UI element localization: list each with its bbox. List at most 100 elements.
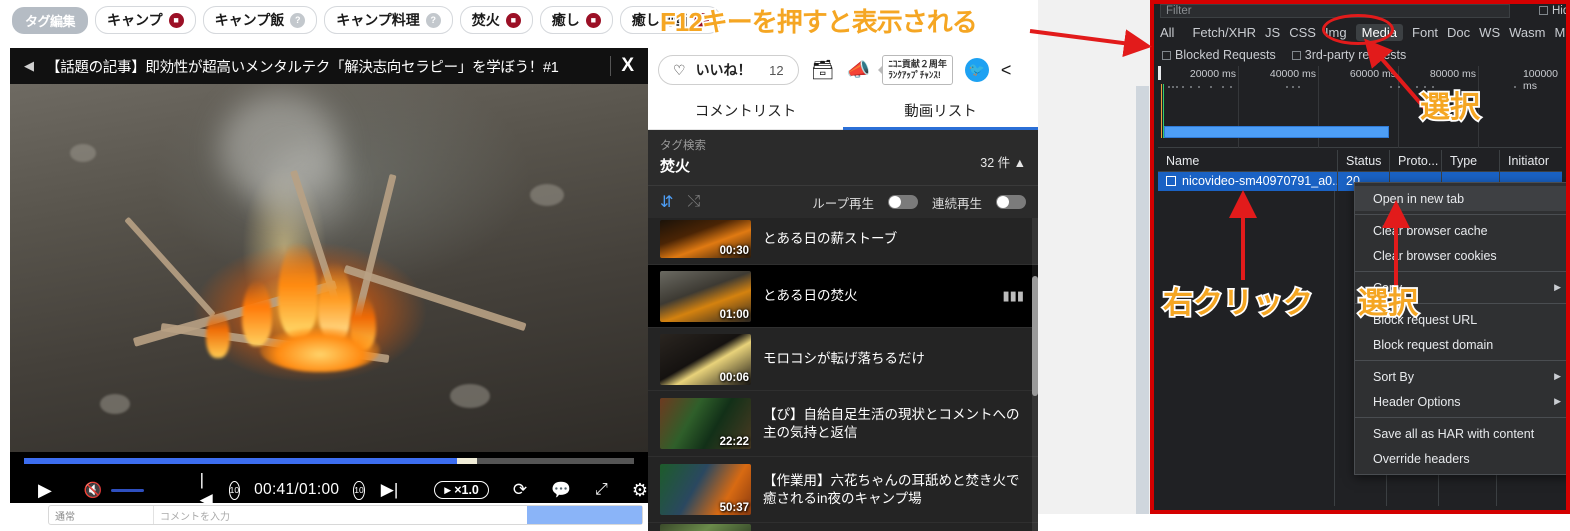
comment-submit-button[interactable] — [527, 506, 642, 524]
timeline-tick: 80000 ms — [1430, 68, 1476, 80]
column-header-type[interactable]: Type — [1442, 150, 1500, 172]
list-item[interactable]: 00:06 モロコシが転げ落ちるだけ — [648, 328, 1038, 391]
add-to-playlist-icon[interactable]: 🗃 — [811, 58, 835, 82]
menu-item-sort-by[interactable]: Sort By ▶ — [1355, 364, 1566, 389]
seek-buffered — [457, 458, 477, 464]
type-filter-css[interactable]: CSS — [1289, 25, 1316, 40]
twitter-icon[interactable]: 🐦 — [965, 58, 989, 82]
list-item[interactable]: 50:37 【作業用】六花ちゃんの耳舐めと焚き火で癒されるin夜のキャンプ場 — [648, 457, 1038, 523]
tag-chip[interactable]: キャンプ ■ — [95, 6, 196, 34]
type-filter-fetch-xhr[interactable]: Fetch/XHR — [1192, 25, 1256, 40]
tag-chip[interactable]: 焚火 ■ — [460, 6, 533, 34]
list-toolbar: ⇵ ⤭ ループ再生 連続再生 — [648, 185, 1038, 218]
menu-item-header-options[interactable]: Header Options ▶ — [1355, 389, 1566, 414]
network-overview-timeline[interactable]: 20000 ms 40000 ms 60000 ms 80000 ms 1000… — [1158, 66, 1562, 148]
tag-label: キャンプ飯 — [215, 10, 285, 30]
column-header-status[interactable]: Status — [1338, 150, 1390, 172]
duration-badge: 01:00 — [720, 309, 749, 321]
playback-speed-button[interactable]: ▶ ×1.0 — [434, 481, 489, 499]
column-header-protocol[interactable]: Proto... — [1390, 150, 1442, 172]
list-item[interactable]: 00:30 とある日の薪ストーブ — [648, 218, 1038, 265]
checkbox-icon[interactable] — [1166, 176, 1176, 186]
column-header-name[interactable]: Name — [1158, 150, 1338, 172]
balloon-line-1: ﾆｺﾆ貢献２周年 — [888, 59, 947, 70]
banner-prev-icon[interactable]: ◀ — [16, 58, 42, 74]
duration-badge: 00:30 — [720, 245, 749, 257]
menu-item-override-headers[interactable]: Override headers — [1355, 446, 1566, 471]
shuffle-icon[interactable]: ⤭ — [687, 193, 700, 211]
timeline-request-bar[interactable] — [1164, 126, 1389, 138]
lock-badge-icon: ■ — [169, 13, 184, 28]
checkbox-icon[interactable] — [1162, 51, 1171, 60]
type-filter-wasm[interactable]: Wasm — [1509, 25, 1545, 40]
rewind-10-icon[interactable]: 10 — [229, 481, 240, 500]
banner-close-icon[interactable]: X — [621, 55, 642, 77]
type-filter-doc[interactable]: Doc — [1447, 25, 1470, 40]
video-list[interactable]: 00:30 とある日の薪ストーブ 01:00 とある日の焚火 ▮▮▮ 00:06… — [648, 218, 1038, 531]
blocked-requests-checkbox[interactable]: Blocked Requests — [1162, 48, 1276, 62]
comment-icon[interactable]: 💬 — [551, 480, 571, 500]
list-item[interactable]: 01:00 とある日の焚火 ▮▮▮ — [648, 265, 1038, 328]
page-background — [1038, 0, 1150, 514]
seek-bar[interactable] — [24, 458, 634, 464]
column-divider — [1334, 191, 1335, 506]
tag-search-label: タグ検索 — [660, 137, 1026, 153]
megaphone-icon[interactable]: 📣 — [847, 58, 871, 82]
hide-data-urls-label: Hide data URLs — [1552, 5, 1566, 17]
third-party-requests-checkbox[interactable]: 3rd-party requests — [1292, 48, 1406, 62]
menu-item-clear-browser-cache[interactable]: Clear browser cache — [1355, 218, 1566, 243]
checkbox-icon[interactable] — [1539, 6, 1548, 15]
video-stage[interactable] — [10, 84, 648, 452]
mute-icon[interactable]: 🔇 — [84, 481, 103, 499]
skip-next-icon[interactable]: ▶| — [381, 480, 399, 500]
request-name-cell[interactable]: nicovideo-sm40970791_a0... — [1158, 172, 1338, 191]
tag-edit-button[interactable]: タグ編集 — [12, 7, 88, 34]
type-filter-font[interactable]: Font — [1412, 25, 1438, 40]
video-player: ◀ 【話題の記事】即効性が超高いメンタルテク「解決志向セラピー」を学ぼう！#1 … — [10, 48, 648, 508]
tab-video-list[interactable]: 動画リスト — [843, 92, 1038, 129]
sort-icon[interactable]: ⇵ — [660, 192, 673, 212]
tag-row: タグ編集 キャンプ ■ キャンプ飯 ? キャンプ料理 ? 焚火 ■ 癒し ■ — [0, 0, 1150, 40]
menu-item-open-in-new-tab[interactable]: Open in new tab — [1355, 186, 1566, 211]
repeat-icon[interactable]: ⟳ — [513, 480, 527, 500]
question-badge-icon: ? — [290, 13, 305, 28]
type-filter-js[interactable]: JS — [1265, 25, 1280, 40]
tag-chip[interactable]: キャンプ飯 ? — [203, 6, 318, 34]
comment-type-select[interactable]: 通常 — [49, 506, 154, 524]
like-count: 12 — [762, 63, 784, 78]
play-icon[interactable]: ▶ — [38, 480, 52, 501]
screenshot-root: タグ編集 キャンプ ■ キャンプ飯 ? キャンプ料理 ? 焚火 ■ 癒し ■ — [0, 0, 1570, 514]
list-item[interactable]: 22:22 【ぴ】自給自足生活の現状とコメントへの主の気持と返信 — [648, 391, 1038, 457]
type-filter-all[interactable]: All — [1160, 25, 1174, 40]
menu-item-block-request-domain[interactable]: Block request domain — [1355, 332, 1566, 357]
filter-input[interactable]: Filter — [1160, 4, 1510, 18]
menu-item-label: Sort By — [1373, 370, 1414, 384]
menu-item-clear-browser-cookies[interactable]: Clear browser cookies — [1355, 243, 1566, 268]
tag-chip[interactable]: キャンプ料理 ? — [324, 6, 453, 34]
comment-input[interactable]: コメントを入力 — [154, 506, 527, 524]
timeline-dcl-marker — [1161, 84, 1162, 138]
column-header-initiator[interactable]: Initiator — [1500, 150, 1562, 172]
type-filter-ws[interactable]: WS — [1479, 25, 1500, 40]
list-item[interactable] — [648, 523, 1038, 531]
checkbox-icon[interactable] — [1292, 51, 1301, 60]
gear-icon[interactable]: ⚙ — [632, 480, 648, 501]
type-filter-manifest[interactable]: Manifest — [1554, 25, 1566, 40]
share-icon[interactable]: < — [1001, 60, 1012, 81]
menu-item-save-all-as-har[interactable]: Save all as HAR with content — [1355, 421, 1566, 446]
stick-decor — [124, 217, 215, 318]
fullscreen-icon[interactable]: ⤢ — [595, 481, 608, 499]
count-value: 32 件 — [980, 156, 1010, 170]
devtools-panel: Filter Hide data URLs All Fetch/XHR JS C… — [1150, 0, 1570, 514]
tab-comment-list[interactable]: コメントリスト — [648, 92, 843, 129]
continuous-toggle[interactable] — [996, 195, 1026, 209]
page-scrollbar[interactable] — [1136, 86, 1149, 514]
hide-data-urls-checkbox[interactable]: Hide data URLs — [1539, 5, 1566, 17]
volume-slider[interactable] — [111, 489, 144, 492]
forward-10-icon[interactable]: 10 — [353, 481, 364, 500]
loop-toggle[interactable] — [888, 195, 918, 209]
tag-search-count[interactable]: 32 件 ▲ — [980, 152, 1026, 171]
like-button[interactable]: ♡ いいね！ 12 — [658, 55, 799, 85]
banner-title[interactable]: 【話題の記事】即効性が超高いメンタルテク「解決志向セラピー」を学ぼう！#1 — [42, 56, 600, 77]
tag-chip[interactable]: 癒し ■ — [540, 6, 613, 34]
